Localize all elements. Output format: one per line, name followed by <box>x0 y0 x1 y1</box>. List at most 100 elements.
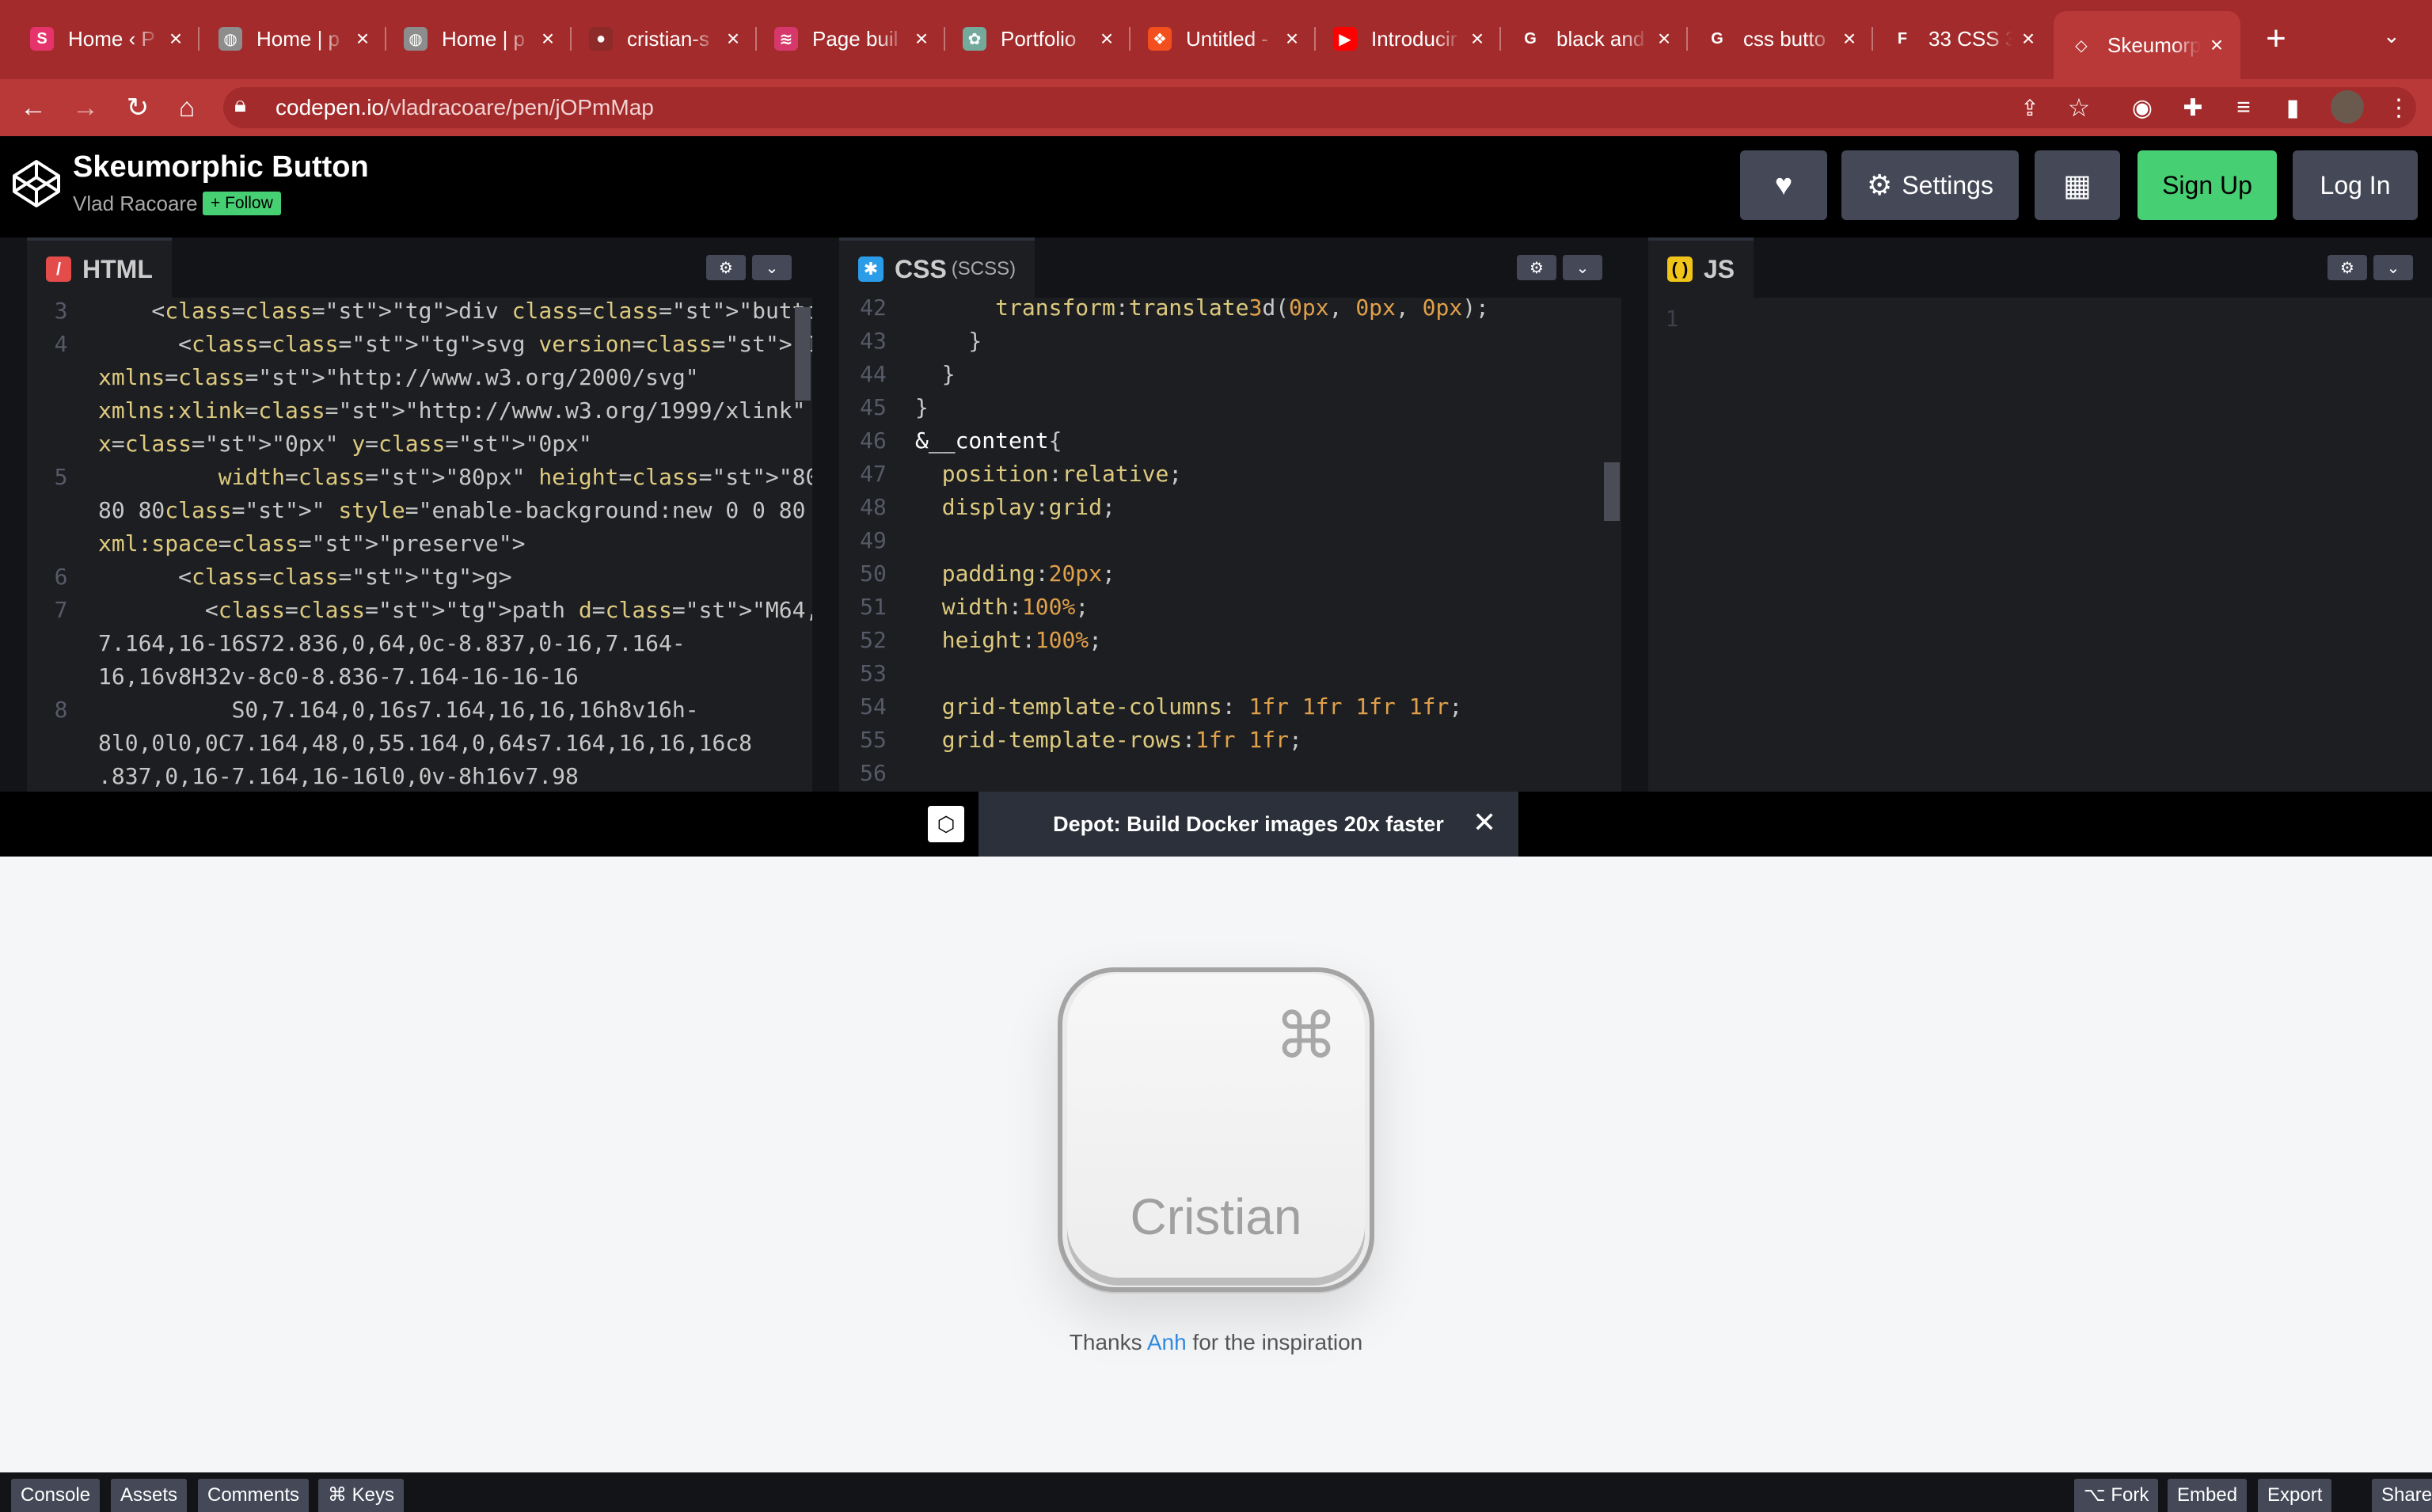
js-icon: ( ) <box>1667 256 1693 282</box>
follow-button[interactable]: + Follow <box>203 192 281 215</box>
password-extension-icon[interactable]: ◉ <box>2118 79 2166 136</box>
embed-button[interactable]: Embed <box>2168 1479 2248 1512</box>
browser-tab[interactable]: ❖ Untitled - × <box>1132 16 1316 62</box>
url-text[interactable]: codepen.io/vladracoare/pen/jOPmMap <box>276 87 654 128</box>
author-name[interactable]: Vlad Racoare <box>73 192 198 216</box>
credit-link[interactable]: Anh <box>1147 1330 1187 1354</box>
s-logo-icon: S <box>30 27 54 51</box>
pen-title[interactable]: Skeumorphic Button <box>73 150 369 184</box>
html-tab[interactable]: / HTML <box>27 237 172 298</box>
close-icon[interactable]: × <box>1468 26 1487 51</box>
close-icon[interactable]: × <box>353 26 372 51</box>
comments-button[interactable]: Comments <box>198 1479 310 1512</box>
js-collapse-button[interactable]: ⌄ <box>2373 255 2413 280</box>
new-tab-button[interactable]: + <box>2256 19 2296 59</box>
close-icon[interactable]: × <box>2207 32 2226 58</box>
code-line: } <box>915 361 956 387</box>
line-number: 44 <box>860 361 887 387</box>
tab-search-icon[interactable]: ⌄ <box>2383 24 2400 48</box>
forward-icon[interactable]: → <box>62 79 109 136</box>
browser-tab[interactable]: F 33 CSS 3 × <box>1875 16 2052 62</box>
layout-icon: ▦ <box>2063 169 2092 203</box>
code-line: grid-template-columns: 1fr 1fr 1fr 1fr; <box>941 693 1463 720</box>
close-icon[interactable]: × <box>2019 26 2038 51</box>
browser-tab[interactable]: ◍ Home | p × <box>203 16 386 62</box>
ad-link[interactable]: Depot: Build Docker images 20x faster <box>978 792 1518 857</box>
assets-button[interactable]: Assets <box>111 1479 188 1512</box>
css-collapse-button[interactable]: ⌄ <box>1563 255 1602 280</box>
html-scrollbar[interactable] <box>795 307 811 401</box>
reload-icon[interactable]: ↻ <box>114 79 162 136</box>
chevron-down-icon: ⌄ <box>1575 259 1590 277</box>
browser-tab[interactable]: ▶ Introducir × <box>1317 16 1501 62</box>
depot-logo-icon[interactable]: ⬡ <box>928 806 964 842</box>
tab-separator <box>1686 27 1688 51</box>
editor-resizer[interactable] <box>1621 237 1632 792</box>
code-line: 7.164,16-16S72.836,0,64,0c-8.837,0-16,7.… <box>98 630 686 656</box>
close-icon[interactable]: × <box>1097 26 1116 51</box>
code-line: } <box>915 394 929 420</box>
tab-separator <box>198 27 200 51</box>
login-button[interactable]: Log In <box>2293 150 2418 220</box>
browser-tab[interactable]: ≋ Page buil × <box>758 16 945 62</box>
close-icon[interactable]: × <box>724 26 743 51</box>
signup-button[interactable]: Sign Up <box>2138 150 2277 220</box>
browser-tab[interactable]: ◇ Skeumorp × <box>2054 11 2240 79</box>
tab-label: 33 CSS 3 <box>1928 26 2012 51</box>
keys-button[interactable]: ⌘ Keys <box>318 1479 405 1512</box>
codepen-icon: ◇ <box>2075 36 2088 55</box>
browser-tab[interactable]: S Home ‹ P × <box>14 16 200 62</box>
browser-tab[interactable]: ✿ Portfolio × <box>947 16 1130 62</box>
browser-tab[interactable]: ● cristian-s × <box>573 16 757 62</box>
bookmark-star-icon[interactable]: ☆ <box>2055 79 2103 136</box>
css-tab-label: CSS <box>895 254 947 283</box>
html-collapse-button[interactable]: ⌄ <box>752 255 792 280</box>
tab-label: Home ‹ P <box>68 26 155 51</box>
openai-icon: ✿ <box>963 27 986 51</box>
tab-label: cristian-s <box>627 26 710 51</box>
tab-label: black and <box>1556 26 1645 51</box>
close-icon[interactable]: × <box>166 26 185 51</box>
browser-tab[interactable]: Gcss butto × <box>1689 16 1873 62</box>
css-settings-button[interactable]: ⚙ <box>1517 255 1556 280</box>
close-icon[interactable]: × <box>538 26 557 51</box>
media-control-icon[interactable]: ≡ <box>2220 79 2267 136</box>
editor-resizer[interactable] <box>812 237 823 792</box>
html-code[interactable]: 3 <class=class="st">"tg">div class=class… <box>27 298 812 792</box>
back-icon[interactable]: ← <box>10 79 57 136</box>
browser-menu-icon[interactable]: ⋮ <box>2375 79 2422 136</box>
f-logo-icon: F <box>1897 29 1908 47</box>
side-panel-icon[interactable]: ▮ <box>2269 79 2316 136</box>
line-number: 54 <box>860 693 887 720</box>
js-settings-button[interactable]: ⚙ <box>2328 255 2367 280</box>
js-tab[interactable]: ( ) JS <box>1648 237 1754 298</box>
browser-tab[interactable]: Gblack and × <box>1503 16 1688 62</box>
youtube-icon: ▶ <box>1333 27 1357 51</box>
browser-tab[interactable]: ◍ Home | p × <box>388 16 572 62</box>
close-icon[interactable]: × <box>912 26 931 51</box>
css-tab[interactable]: ✱ CSS (SCSS) <box>839 237 1036 298</box>
close-icon[interactable]: × <box>1282 26 1302 51</box>
tab-separator <box>1129 27 1130 51</box>
console-button[interactable]: Console <box>11 1479 101 1512</box>
export-button[interactable]: Export <box>2258 1479 2332 1512</box>
gear-icon: ⚙ <box>1530 259 1544 277</box>
js-code[interactable]: 1 <box>1648 298 2432 792</box>
change-view-button[interactable]: ▦ <box>2035 150 2120 220</box>
extensions-icon[interactable]: ✚ <box>2169 79 2217 136</box>
html-settings-button[interactable]: ⚙ <box>706 255 746 280</box>
heart-button[interactable]: ♥ <box>1740 150 1827 220</box>
fork-button[interactable]: ⌥ Fork <box>2074 1479 2159 1512</box>
settings-button[interactable]: ⚙ Settings <box>1841 150 2019 220</box>
close-icon[interactable]: × <box>1840 26 1859 51</box>
close-icon[interactable]: × <box>1655 26 1674 51</box>
codepen-logo-icon[interactable] <box>11 158 62 209</box>
close-icon[interactable]: ✕ <box>1472 806 1496 839</box>
css-code[interactable]: 42 transform:translate3d(0px, 0px, 0px);… <box>839 298 1621 792</box>
home-icon[interactable]: ⌂ <box>163 79 211 136</box>
share-icon[interactable]: ⇪ <box>2006 79 2054 136</box>
line-number: 53 <box>860 660 887 686</box>
share-button[interactable]: Share <box>2372 1479 2432 1512</box>
css-scrollbar[interactable] <box>1604 462 1620 521</box>
avatar[interactable] <box>2331 90 2364 123</box>
